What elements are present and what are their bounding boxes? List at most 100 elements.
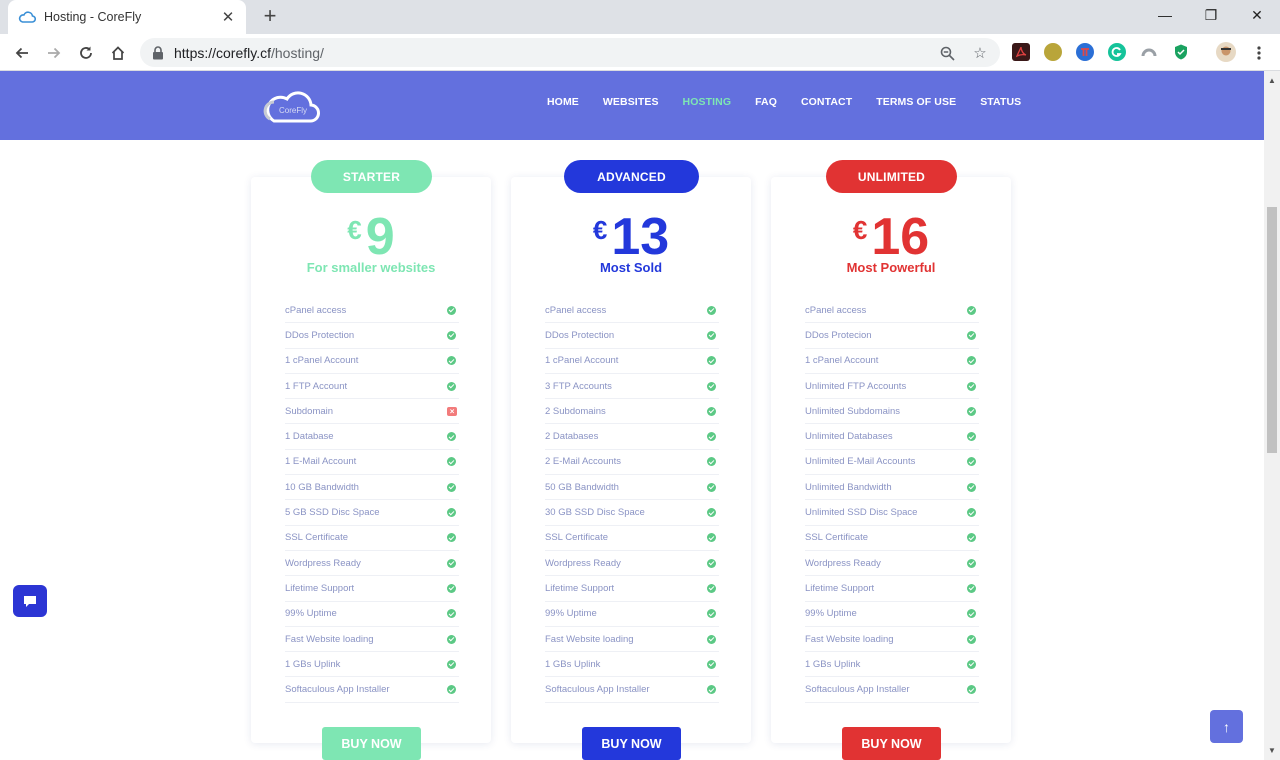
scrollbar-thumb[interactable] [1267,207,1277,453]
check-icon [707,685,716,695]
scroll-down-icon[interactable]: ▼ [1268,746,1276,755]
avatar-icon[interactable] [1216,42,1236,62]
forward-arrow-icon [48,47,61,59]
forward-button[interactable] [41,40,67,66]
page-viewport: CoreFly HOME WEBSITES HOSTING FAQ CONTAC… [0,71,1264,760]
nav-home[interactable]: HOME [547,96,579,108]
check-icon [967,406,976,416]
feature-label: Fast Website loading [805,633,894,645]
feature-label: Wordpress Ready [285,557,361,569]
check-icon [967,508,976,518]
feature-row: cPanel access [285,298,459,324]
feature-label: DDos Protection [545,329,615,341]
feature-row: 1 FTP Account [285,374,459,400]
check-icon [967,609,976,619]
plan-price: €9 [347,208,395,266]
feature-row: 1 cPanel Account [285,349,459,374]
restore-button[interactable]: ❐ [1188,0,1234,30]
feature-label: Lifetime Support [285,582,355,594]
check-icon [707,406,716,416]
feature-label: Unlimited Bandwidth [805,481,892,493]
zoom-icon[interactable] [938,44,956,62]
feature-label: DDos Protecion [805,329,872,341]
new-tab-button[interactable]: + [259,4,281,28]
check-icon [707,381,716,391]
check-icon [447,508,456,518]
back-to-top-button[interactable]: ↑ [1210,710,1243,743]
bookmark-star-icon[interactable]: ☆ [971,44,989,62]
feature-row: SSL Certificate [285,526,459,551]
nav-faq[interactable]: FAQ [755,96,777,108]
cross-icon: × [447,406,457,416]
check-icon [707,533,716,543]
feature-label: SSL Certificate [805,532,869,544]
globe-extension-icon[interactable] [1044,43,1062,61]
address-bar[interactable]: https://corefly.cf/hosting/ ☆ [140,38,1000,67]
chat-button[interactable] [13,585,47,617]
page-scrollbar[interactable]: ▲ ▼ [1264,71,1280,760]
feature-row: 30 GB SSD Disc Space [545,500,719,526]
check-icon [447,381,456,391]
close-window-button[interactable]: ✕ [1234,0,1280,30]
tab-close-icon[interactable]: ✕ [220,8,236,26]
home-button[interactable] [105,40,131,66]
feature-label: Unlimited Subdomains [805,405,901,417]
nav-hosting[interactable]: HOSTING [683,96,732,108]
feature-row: Fast Website loading [545,627,719,653]
feature-row: 99% Uptime [805,602,979,627]
grammarly-icon[interactable] [1108,43,1126,61]
plan-badge-starter: STARTER [311,160,432,193]
check-icon [447,558,456,568]
back-button[interactable] [9,40,35,66]
home-icon [111,46,125,60]
feature-row: 99% Uptime [545,602,719,627]
nav-websites[interactable]: WEBSITES [603,96,659,108]
feature-label: 1 GBs Uplink [805,658,861,670]
minimize-button[interactable]: — [1142,0,1188,30]
check-icon [447,659,456,669]
nav-status[interactable]: STATUS [980,96,1021,108]
feature-row: SSL Certificate [805,526,979,551]
cloud-extension-icon[interactable] [1140,43,1158,61]
pi-extension-icon[interactable] [1076,43,1094,61]
feature-label: Unlimited E-Mail Accounts [805,456,916,468]
shield-extension-icon[interactable] [1172,43,1190,61]
main-nav: HOME WEBSITES HOSTING FAQ CONTACT TERMS … [547,96,1045,108]
feature-row: Softaculous App Installer [285,677,459,703]
reload-button[interactable] [73,40,99,66]
scroll-up-icon[interactable]: ▲ [1268,76,1276,85]
check-icon [967,634,976,644]
feature-label: Unlimited FTP Accounts [805,380,907,392]
feature-label: 99% Uptime [545,608,597,620]
corefly-logo[interactable]: CoreFly [262,87,322,125]
feature-row: Unlimited SSD Disc Space [805,500,979,526]
feature-row: Unlimited FTP Accounts [805,374,979,400]
feature-row: SSL Certificate [545,526,719,551]
feature-list: cPanel access DDos Protection 1 cPanel Acc… [285,298,459,703]
buy-now-advanced-button[interactable]: BUY NOW [582,727,681,760]
check-icon [447,634,456,644]
feature-label: Fast Website loading [545,633,634,645]
feature-row: DDos Protection [545,323,719,349]
check-icon [967,356,976,366]
check-icon [967,583,976,593]
nav-contact[interactable]: CONTACT [801,96,852,108]
feature-row: Lifetime Support [545,576,719,602]
check-icon [707,432,716,442]
feature-label: 2 Subdomains [545,405,606,417]
feature-label: Wordpress Ready [545,557,621,569]
nav-terms-of-use[interactable]: TERMS OF USE [876,96,956,108]
plan-price: €13 [592,208,670,266]
browser-menu-icon[interactable] [1246,40,1272,66]
feature-label: 5 GB SSD Disc Space [285,507,380,519]
buy-now-starter-button[interactable]: BUY NOW [322,727,421,760]
feature-row: 10 GB Bandwidth [285,475,459,501]
check-icon [707,583,716,593]
buy-now-unlimited-button[interactable]: BUY NOW [842,727,941,760]
pdf-extension-icon[interactable] [1012,43,1030,61]
feature-label: Wordpress Ready [805,557,881,569]
feature-row: 3 FTP Accounts [545,374,719,400]
feature-row: 1 GBs Uplink [545,652,719,678]
check-icon [967,381,976,391]
browser-tab[interactable]: Hosting - CoreFly ✕ [8,0,246,34]
